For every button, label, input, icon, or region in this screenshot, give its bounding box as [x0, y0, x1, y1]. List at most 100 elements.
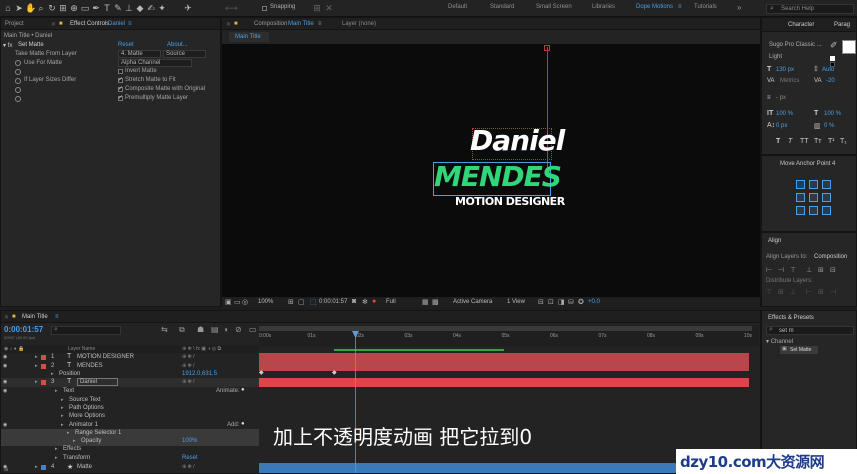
- composite-matte-checkbox[interactable]: [118, 85, 123, 92]
- eraser-tool-icon[interactable]: ◆: [135, 3, 145, 13]
- work-area-bar[interactable]: [259, 326, 752, 331]
- workspace-tutorials[interactable]: Tutorials: [694, 4, 717, 10]
- camera-snapshot-icon[interactable]: ◙: [352, 298, 356, 305]
- distribute-hcenter-icon[interactable]: ⊞: [818, 288, 824, 296]
- preview-icon[interactable]: ▭: [234, 298, 241, 306]
- stretch-matte-checkbox[interactable]: [118, 76, 123, 83]
- workspace-standard[interactable]: Standard: [490, 4, 514, 10]
- tab-composition-name[interactable]: Main Title: [288, 21, 314, 27]
- all-caps-button[interactable]: TT: [800, 138, 809, 145]
- visibility-eye-icon[interactable]: ◉: [3, 388, 7, 394]
- snapping-options-icon[interactable]: ⊞: [312, 3, 322, 13]
- stopwatch-icon[interactable]: [15, 69, 21, 75]
- font-family-dropdown[interactable]: Sugo Pro Classic ...: [767, 42, 827, 50]
- align-tool-icon[interactable]: ⟷: [225, 3, 238, 13]
- stopwatch-icon[interactable]: [15, 60, 21, 66]
- leading-value[interactable]: Auto: [822, 67, 834, 73]
- about-link[interactable]: About...: [167, 42, 188, 48]
- fx-icon[interactable]: ▾ fx: [3, 42, 12, 49]
- property-add[interactable]: Add:: [227, 422, 239, 428]
- tab-paragraph[interactable]: Parag: [834, 22, 850, 28]
- tab-character[interactable]: Character: [788, 22, 814, 28]
- keyframe-icon[interactable]: ◆: [332, 369, 337, 376]
- channel-icon[interactable]: ●: [372, 298, 376, 305]
- home-icon[interactable]: ⌂: [3, 3, 13, 13]
- zoom-dropdown[interactable]: 100%: [258, 299, 273, 305]
- tab-align[interactable]: Align: [768, 238, 781, 244]
- time-ruler[interactable]: 0:00s 01s 02s 03s 04s 05s 06s 07s 08s 09s 10s: [259, 325, 759, 347]
- motion-path-keyframe[interactable]: [544, 45, 550, 51]
- overflow-icon[interactable]: »: [737, 3, 741, 12]
- anchor-top-right[interactable]: [822, 180, 831, 189]
- font-style-dropdown[interactable]: Light: [767, 54, 825, 62]
- tracking-value[interactable]: -20: [826, 78, 835, 84]
- use-for-matte-dropdown[interactable]: Alpha Channel: [118, 59, 192, 67]
- align-to-dropdown[interactable]: Composition: [814, 254, 847, 260]
- property-row[interactable]: ◉ ▸ Text Animate: ●: [1, 387, 259, 396]
- distribute-top-icon[interactable]: ⊤: [766, 288, 772, 296]
- stopwatch-icon[interactable]: [15, 96, 21, 102]
- distribute-right-icon[interactable]: ⊣: [830, 288, 836, 296]
- effects-search-input[interactable]: ⌕ set m: [766, 326, 854, 335]
- invert-matte-checkbox[interactable]: [118, 69, 123, 74]
- expand-twirl-icon[interactable]: ▸: [73, 438, 76, 444]
- vertical-scale-value[interactable]: 100 %: [776, 111, 793, 117]
- resolution-dropdown[interactable]: Full: [386, 299, 396, 305]
- take-matte-layer-dropdown[interactable]: 4. Matte: [118, 50, 161, 58]
- motion-blur-icon[interactable]: ◑: [223, 325, 228, 334]
- camera-dropdown[interactable]: Active Camera: [453, 299, 492, 305]
- workspace-libraries[interactable]: Libraries: [592, 4, 615, 10]
- subscript-button[interactable]: T₁: [840, 138, 847, 145]
- horizontal-scale-value[interactable]: 100 %: [824, 111, 841, 117]
- effect-item-set-matte[interactable]: ▣ Set Matte: [780, 346, 818, 354]
- property-reset[interactable]: Reset: [182, 455, 198, 461]
- mask-tool-icon[interactable]: ▭: [80, 3, 90, 13]
- search-help-box[interactable]: ⌕ Search Help: [766, 4, 854, 14]
- align-vcenter-icon[interactable]: ⊞: [818, 266, 824, 274]
- layer-label-color[interactable]: [41, 364, 46, 369]
- reset-button[interactable]: Reset: [118, 42, 134, 48]
- anchor-bottom-left[interactable]: [796, 206, 805, 215]
- tsume-value[interactable]: 0 %: [824, 123, 834, 129]
- region-icon[interactable]: ▢: [298, 298, 305, 306]
- property-row[interactable]: ▸ Transform Reset: [1, 454, 259, 463]
- layer-label-color[interactable]: [41, 380, 46, 385]
- stopwatch-icon[interactable]: [15, 78, 21, 84]
- lock-icon[interactable]: ■: [59, 21, 63, 27]
- take-matte-source-dropdown[interactable]: Source: [163, 50, 206, 58]
- puppet-tool-icon[interactable]: ✦: [157, 3, 167, 13]
- expand-twirl-icon[interactable]: ▸: [55, 455, 58, 461]
- expand-twirl-icon[interactable]: ▸: [61, 413, 64, 419]
- distribute-bottom-icon[interactable]: ⊥: [790, 288, 796, 296]
- close-icon[interactable]: ✕: [4, 314, 9, 321]
- timeline-timecode[interactable]: 0:00:01:57: [4, 325, 43, 334]
- white-swatch[interactable]: [830, 56, 835, 61]
- roi-icon[interactable]: ▦: [422, 298, 429, 306]
- frame-blending-icon[interactable]: ▤: [211, 325, 219, 334]
- timeline-search-input[interactable]: ⌕: [51, 326, 121, 335]
- panel-menu-icon[interactable]: ≡: [55, 314, 59, 320]
- anchor-top-left[interactable]: [796, 180, 805, 189]
- expand-twirl-icon[interactable]: ▸: [55, 388, 58, 394]
- faux-bold-button[interactable]: T: [776, 138, 780, 145]
- fast-preview-icon[interactable]: ⊡: [548, 298, 554, 306]
- superscript-button[interactable]: T¹: [828, 138, 835, 145]
- type-tool-icon[interactable]: T: [102, 3, 112, 13]
- chart-icon[interactable]: ▭: [249, 325, 257, 334]
- keyframe-icon[interactable]: ◆: [259, 369, 264, 376]
- faux-italic-button[interactable]: T: [788, 138, 792, 145]
- visibility-eye-icon[interactable]: ◉: [3, 422, 7, 428]
- distribute-left-icon[interactable]: ⊢: [806, 288, 812, 296]
- category-channel[interactable]: ▾ Channel: [766, 338, 793, 345]
- reset-exposure-icon[interactable]: ✪: [578, 298, 584, 306]
- anchor-middle-left[interactable]: [796, 193, 805, 202]
- graph-editor-icon[interactable]: ⊘: [235, 325, 242, 334]
- tab-project[interactable]: Project: [5, 21, 24, 27]
- layer-row[interactable]: ◉ 3 T ▸ Daniel ⊕ ✻ /: [1, 378, 259, 387]
- visibility-eye-icon[interactable]: ◉: [3, 354, 7, 360]
- property-row[interactable]: ▸ Effects: [1, 445, 259, 454]
- workspace-default[interactable]: Default: [448, 4, 467, 10]
- eyedropper-icon[interactable]: ✐: [830, 40, 838, 51]
- hand-tool-icon[interactable]: ✋: [25, 3, 36, 13]
- anchor-bottom-right[interactable]: [822, 206, 831, 215]
